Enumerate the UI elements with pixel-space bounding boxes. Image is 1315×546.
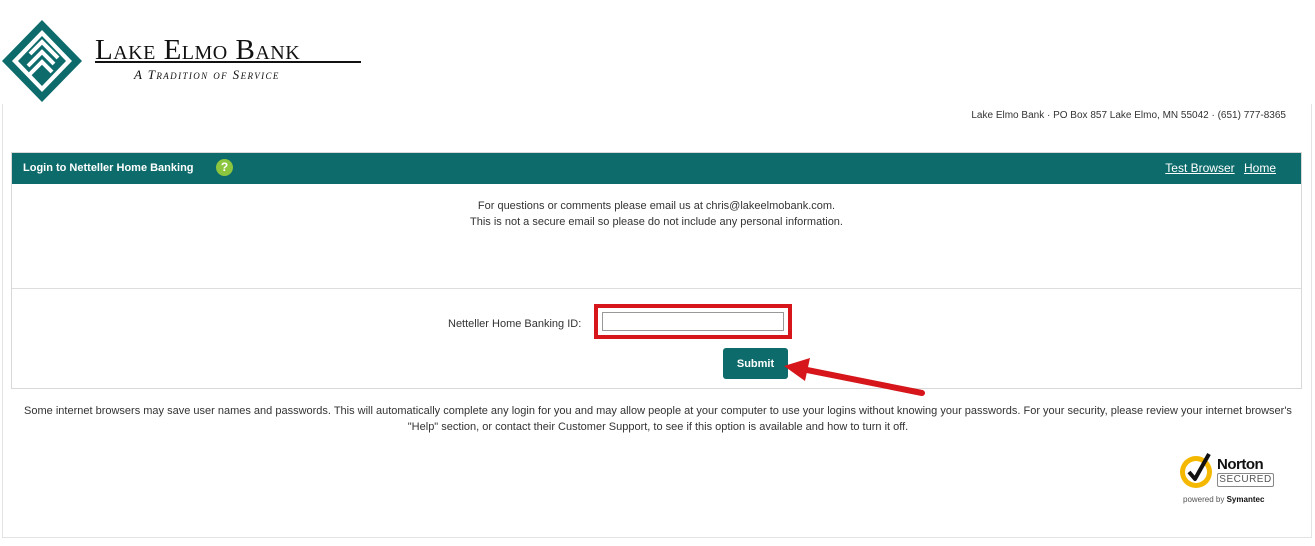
home-link[interactable]: Home [1244,161,1276,175]
header-links: Test Browser Home [1159,161,1276,175]
bank-tagline: A Tradition of Service [134,67,280,82]
annotation-arrow-icon [784,358,925,396]
norton-name: Norton [1217,456,1264,473]
notice-line-email: For questions or comments please email u… [477,200,836,212]
norton-secured-label: SECURED [1217,473,1274,487]
bank-address: Lake Elmo Bank · PO Box 857 Lake Elmo, M… [971,110,1286,121]
bank-logo[interactable]: Lake Elmo Bank A Tradition of Service [0,18,370,106]
norton-powered-by: powered by Symantec [1183,495,1264,504]
bank-logo-icon [2,20,82,102]
test-browser-link[interactable]: Test Browser [1165,161,1234,175]
password-disclaimer: Some internet browsers may save user nam… [24,405,1292,433]
norton-check-icon [1180,453,1212,488]
section-divider [12,288,1301,289]
banking-id-input[interactable] [602,312,784,331]
notice-line-warning: This is not a secure email so please do … [470,216,843,228]
norton-secured-badge[interactable]: Norton SECURED powered by Symantec [1177,448,1287,508]
login-panel: Login to Netteller Home Banking ? Test B… [11,152,1302,389]
symantec-text: Symantec [1226,495,1265,504]
annotation-highlight-box [594,304,792,339]
panel-title: Login to Netteller Home Banking [23,162,194,174]
help-icon[interactable]: ? [216,159,233,176]
logo-divider [95,61,361,63]
powered-by-text: powered by [1183,495,1225,504]
banking-id-label: Netteller Home Banking ID: [448,318,582,330]
contact-notice: For questions or comments please email u… [12,198,1301,230]
submit-button[interactable]: Submit [723,348,788,379]
login-panel-header: Login to Netteller Home Banking ? Test B… [12,153,1301,184]
